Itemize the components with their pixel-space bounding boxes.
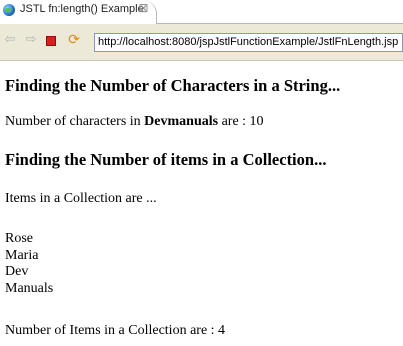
stop-button[interactable] <box>46 36 56 46</box>
url-field[interactable]: http://localhost:8080/jspJstlFunctionExa… <box>94 33 403 52</box>
editor-tab-bar: JSTL fn:length() Example ⊠ <box>0 0 403 24</box>
heading-collection: Finding the Number of items in a Collect… <box>5 150 327 169</box>
items-intro: Items in a Collection are ... <box>5 191 157 206</box>
browser-tab[interactable]: JSTL fn:length() Example ⊠ <box>0 0 157 24</box>
characters-count-line: Number of characters in Devmanuals are :… <box>5 114 264 130</box>
items-count-line: Number of Items in a Collection are : 4 <box>5 323 226 338</box>
browser-toolbar: ⇦ ⇨ ⟳ http://localhost:8080/jspJstlFunct… <box>0 24 403 61</box>
forward-button[interactable]: ⇨ <box>24 33 38 47</box>
heading-characters: Finding the Number of Characters in a St… <box>5 76 341 95</box>
list-item: Rose <box>5 231 33 246</box>
list-item: Dev <box>5 264 29 279</box>
list-item: Maria <box>5 247 39 263</box>
items-list: Rose Maria Dev Manuals <box>5 231 53 297</box>
globe-icon <box>3 4 15 16</box>
back-button[interactable]: ⇦ <box>3 33 17 47</box>
list-item: Manuals <box>5 280 54 296</box>
characters-word: Devmanuals <box>144 114 219 129</box>
characters-suffix: are : 10 <box>218 114 264 129</box>
close-icon[interactable]: ⊠ <box>137 2 150 15</box>
characters-prefix: Number of characters in <box>5 114 145 129</box>
tab-title: JSTL fn:length() Example <box>20 3 144 15</box>
refresh-button[interactable]: ⟳ <box>66 32 82 48</box>
